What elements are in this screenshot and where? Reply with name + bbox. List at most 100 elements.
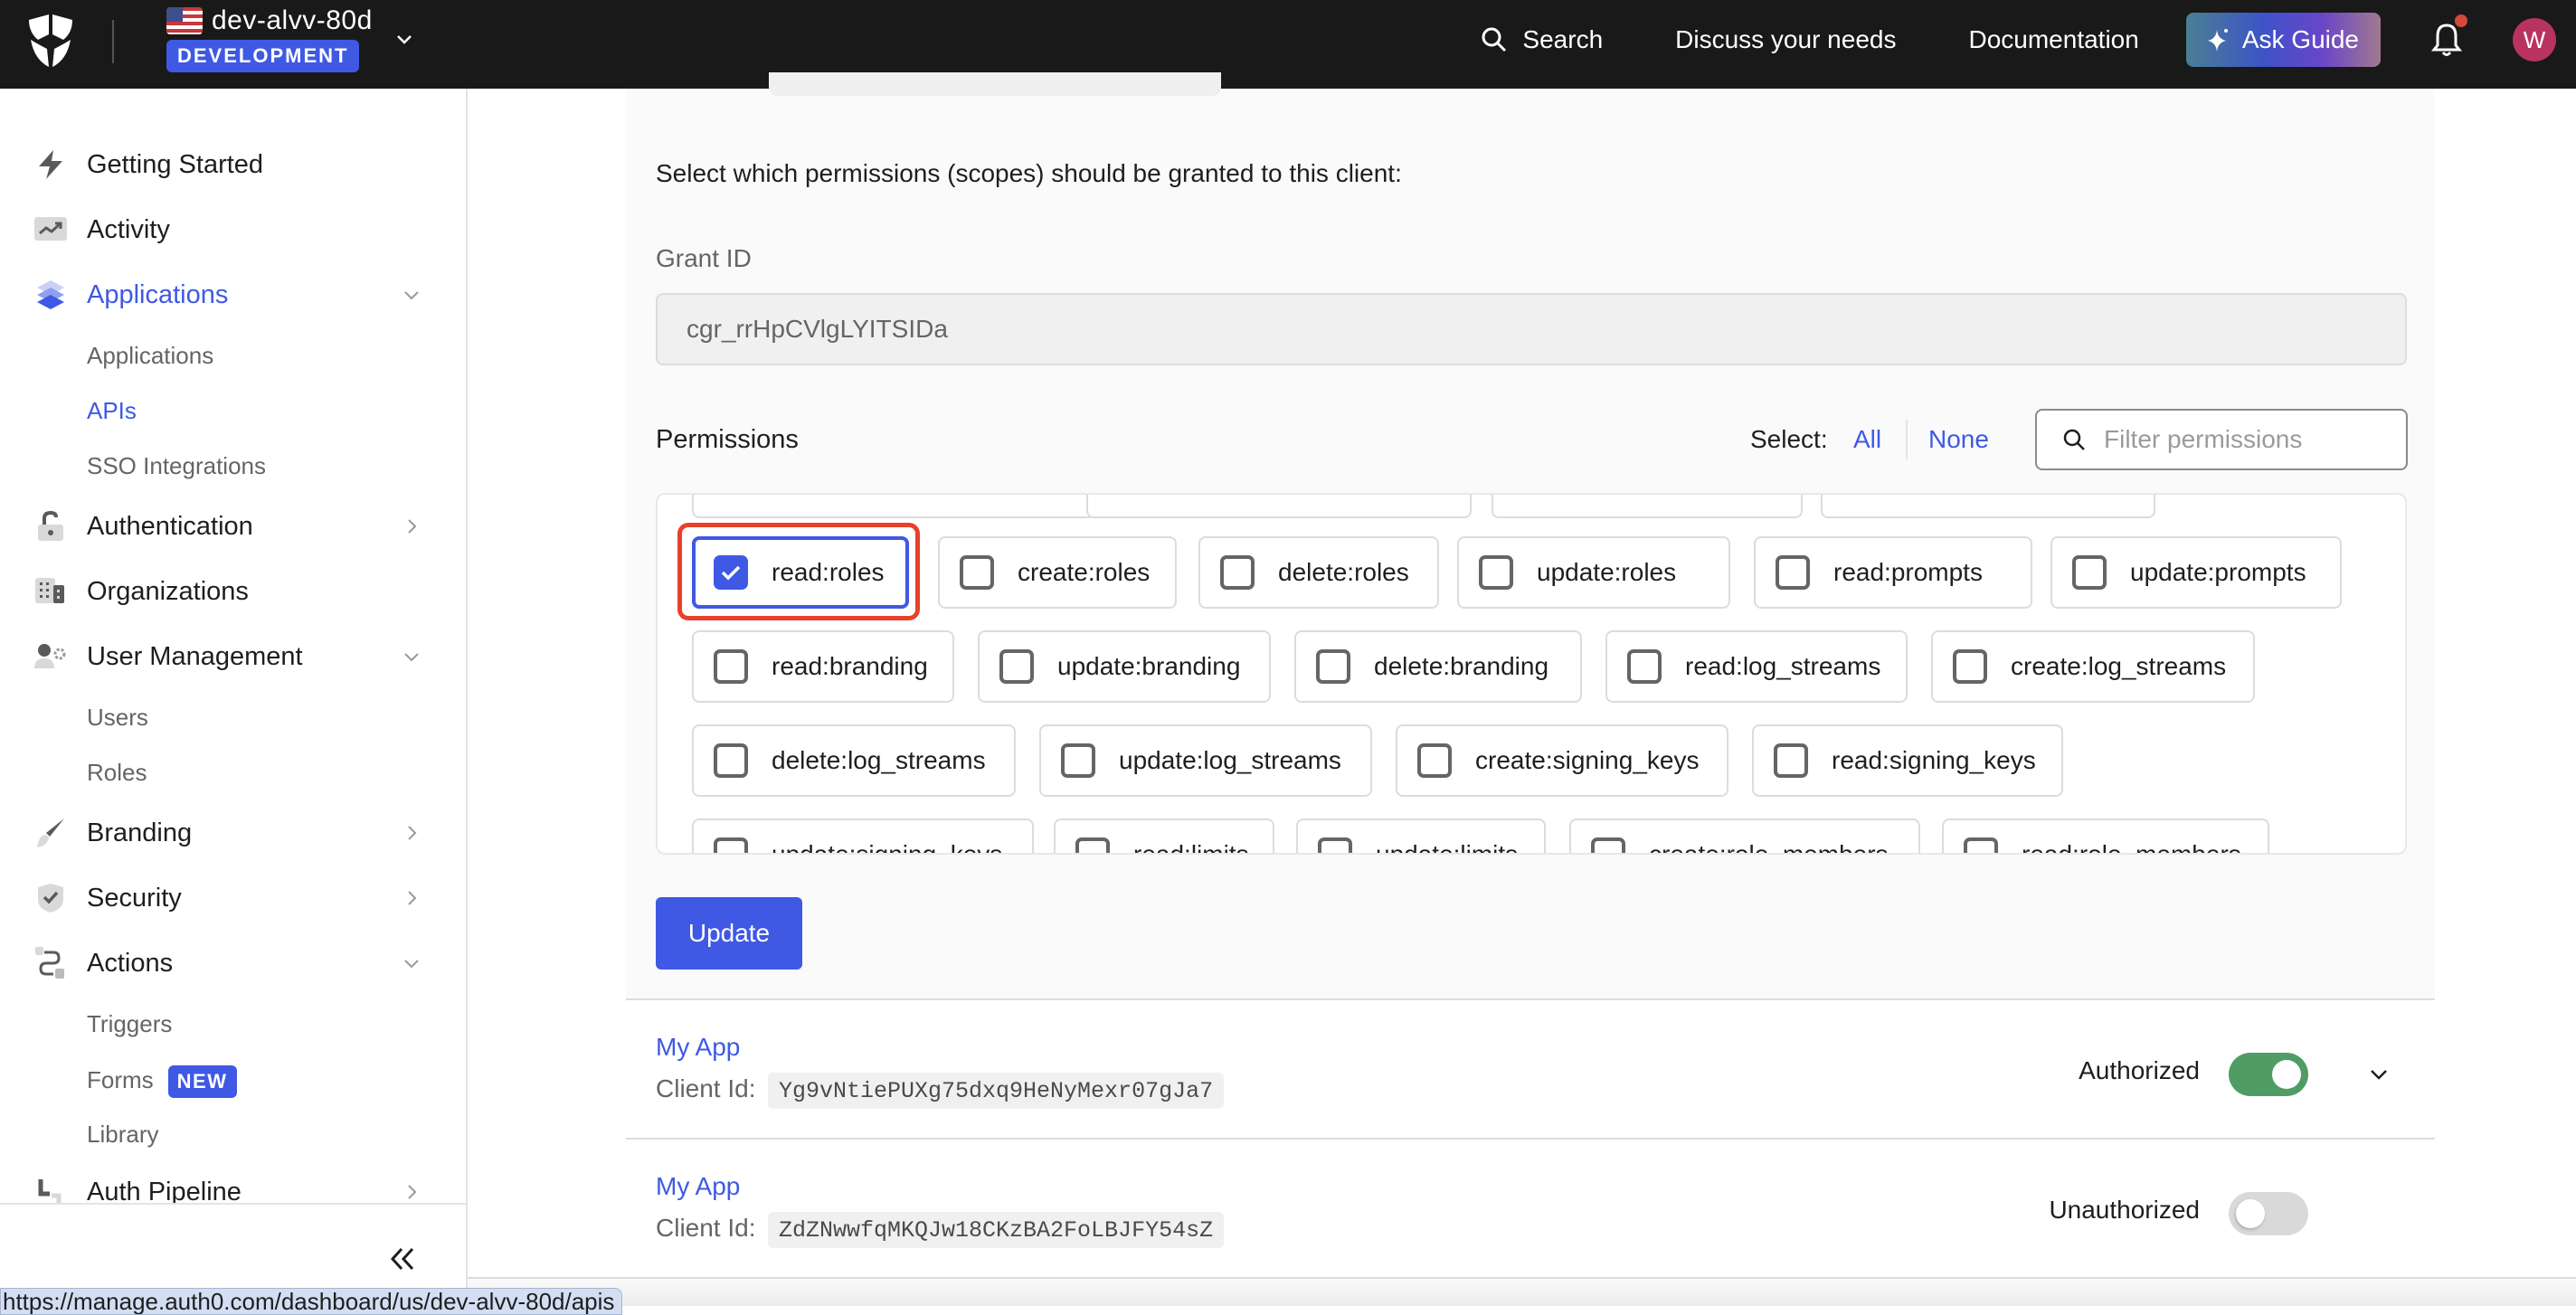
permission-chip[interactable]: delete:roles xyxy=(1198,536,1439,609)
user-avatar[interactable]: W xyxy=(2513,18,2556,61)
sidebar-subitem-applications[interactable]: Applications xyxy=(87,342,213,370)
sidebar-item-authentication[interactable]: Authentication xyxy=(0,499,466,553)
auth0-logo-icon[interactable] xyxy=(25,13,76,69)
permission-chip[interactable]: read:role_members xyxy=(1942,818,2269,853)
permission-chip[interactable]: create:roles xyxy=(938,536,1177,609)
checkbox[interactable] xyxy=(714,837,748,853)
permission-chip[interactable]: read:prompts xyxy=(1754,536,2032,609)
permission-chip[interactable]: read:roles xyxy=(692,536,909,609)
sidebar-item-actions[interactable]: Actions xyxy=(0,936,466,990)
chevron-right-icon xyxy=(408,826,417,840)
permission-chip[interactable]: read:branding xyxy=(692,630,954,703)
permission-chip[interactable]: update:signing_keys xyxy=(692,818,1034,855)
checkbox[interactable] xyxy=(1417,743,1452,778)
checkbox[interactable] xyxy=(1075,837,1110,853)
checkmark-icon xyxy=(721,565,741,581)
ask-guide-button[interactable]: Ask Guide xyxy=(2185,13,2381,67)
checkbox[interactable] xyxy=(1316,649,1350,684)
permission-chip[interactable]: create:role_members xyxy=(1569,818,1920,853)
authorization-toggle[interactable] xyxy=(2229,1192,2308,1235)
permission-chip[interactable]: read:limits xyxy=(1054,818,1274,853)
authorization-toggle[interactable] xyxy=(2229,1053,2308,1096)
sidebar-subitem-roles[interactable]: Roles xyxy=(87,759,147,787)
permission-label: delete:log_streams xyxy=(772,746,986,774)
sidebar-item-getting-started[interactable]: Getting Started xyxy=(0,137,466,192)
checkbox[interactable] xyxy=(1318,837,1352,853)
permission-chip-partial[interactable] xyxy=(692,495,1095,518)
permission-label: update:limits xyxy=(1376,840,1519,855)
update-button[interactable]: Update xyxy=(656,897,802,970)
permission-label: create:roles xyxy=(1018,558,1151,586)
chevron-right-icon xyxy=(408,891,417,905)
status-bar-url: https://manage.auth0.com/dashboard/us/de… xyxy=(0,1288,622,1315)
permission-chip[interactable]: update:roles xyxy=(1457,536,1730,609)
checkbox[interactable] xyxy=(1964,837,1998,853)
filter-permissions-field[interactable] xyxy=(2035,409,2408,470)
permission-chip-partial[interactable] xyxy=(1086,495,1472,518)
flow-icon xyxy=(33,945,69,981)
checkbox[interactable] xyxy=(1774,743,1808,778)
checkbox-checked[interactable] xyxy=(714,555,748,590)
lock-icon xyxy=(33,508,69,544)
search-button[interactable]: Search xyxy=(1481,25,1603,54)
permission-chip[interactable]: read:log_streams xyxy=(1605,630,1908,703)
chevron-down-icon[interactable] xyxy=(2368,1064,2390,1085)
permission-label: update:signing_keys xyxy=(772,840,1003,855)
sidebar-item-branding[interactable]: Branding xyxy=(0,806,466,860)
sidebar-subitem-forms[interactable]: Forms NEW xyxy=(87,1065,237,1098)
documentation-link[interactable]: Documentation xyxy=(1968,25,2138,54)
permission-chip[interactable]: create:signing_keys xyxy=(1396,724,1728,797)
select-none-link[interactable]: None xyxy=(1928,425,1989,454)
permission-label: read:log_streams xyxy=(1685,652,1881,680)
permissions-list[interactable]: read:roles create:roles delete:roles update… xyxy=(656,493,2407,855)
checkbox[interactable] xyxy=(1776,555,1810,590)
sidebar-subitem-apis[interactable]: APIs xyxy=(87,397,137,425)
sidebar-item-applications[interactable]: Applications xyxy=(0,268,466,322)
checkbox[interactable] xyxy=(1479,555,1513,590)
checkbox[interactable] xyxy=(1220,555,1255,590)
sidebar-item-auth-pipeline[interactable]: Auth Pipeline xyxy=(0,1165,466,1203)
toggle-knob xyxy=(2236,1199,2265,1228)
checkbox[interactable] xyxy=(960,555,994,590)
permission-chip[interactable]: delete:branding xyxy=(1294,630,1582,703)
discuss-needs-link[interactable]: Discuss your needs xyxy=(1675,25,1896,54)
permission-chip[interactable]: update:prompts xyxy=(2050,536,2342,609)
checkbox[interactable] xyxy=(2072,555,2107,590)
permission-chip[interactable]: create:log_streams xyxy=(1931,630,2255,703)
grant-id-field[interactable]: cgr_rrHpCVlgLYITSIDa xyxy=(656,293,2407,365)
filter-permissions-input[interactable] xyxy=(2104,425,2393,454)
checkbox[interactable] xyxy=(1591,837,1625,853)
chevron-down-icon[interactable] xyxy=(394,29,414,49)
sidebar-subitem-sso-integrations[interactable]: SSO Integrations xyxy=(87,452,266,480)
permission-chip[interactable]: update:branding xyxy=(978,630,1271,703)
permission-chip[interactable]: update:log_streams xyxy=(1039,724,1372,797)
permission-chip-partial[interactable] xyxy=(1821,495,2155,518)
checkbox[interactable] xyxy=(714,743,748,778)
permission-chip[interactable]: read:signing_keys xyxy=(1752,724,2063,797)
notifications-button[interactable] xyxy=(2430,14,2467,58)
checkbox[interactable] xyxy=(999,649,1034,684)
checkbox[interactable] xyxy=(1953,649,1987,684)
sidebar-subitem-triggers[interactable]: Triggers xyxy=(87,1010,172,1038)
app-name-link[interactable]: My App xyxy=(656,1033,740,1062)
pipe-icon xyxy=(33,1174,69,1203)
sidebar-item-user-management[interactable]: User Management xyxy=(0,629,466,684)
checkbox[interactable] xyxy=(714,649,748,684)
previous-code-snippet xyxy=(769,72,1221,96)
sidebar-item-security[interactable]: Security xyxy=(0,871,466,925)
select-all-link[interactable]: All xyxy=(1853,425,1881,454)
collapse-sidebar-button[interactable] xyxy=(387,1243,418,1281)
sidebar-item-activity[interactable]: Activity xyxy=(0,203,466,257)
checkbox[interactable] xyxy=(1627,649,1662,684)
app-name-link[interactable]: My App xyxy=(656,1172,740,1201)
permission-chip[interactable]: delete:log_streams xyxy=(692,724,1016,797)
chevron-down-icon xyxy=(404,960,419,969)
tenant-switcher[interactable]: dev-alvv-80d DEVELOPMENT xyxy=(166,5,373,72)
lightning-icon xyxy=(33,147,69,183)
sidebar-subitem-library[interactable]: Library xyxy=(87,1121,158,1149)
sidebar-item-organizations[interactable]: Organizations xyxy=(0,564,466,619)
permission-chip[interactable]: update:limits xyxy=(1296,818,1546,855)
permission-chip-partial[interactable] xyxy=(1492,495,1803,518)
checkbox[interactable] xyxy=(1061,743,1095,778)
sidebar-subitem-users[interactable]: Users xyxy=(87,704,148,732)
